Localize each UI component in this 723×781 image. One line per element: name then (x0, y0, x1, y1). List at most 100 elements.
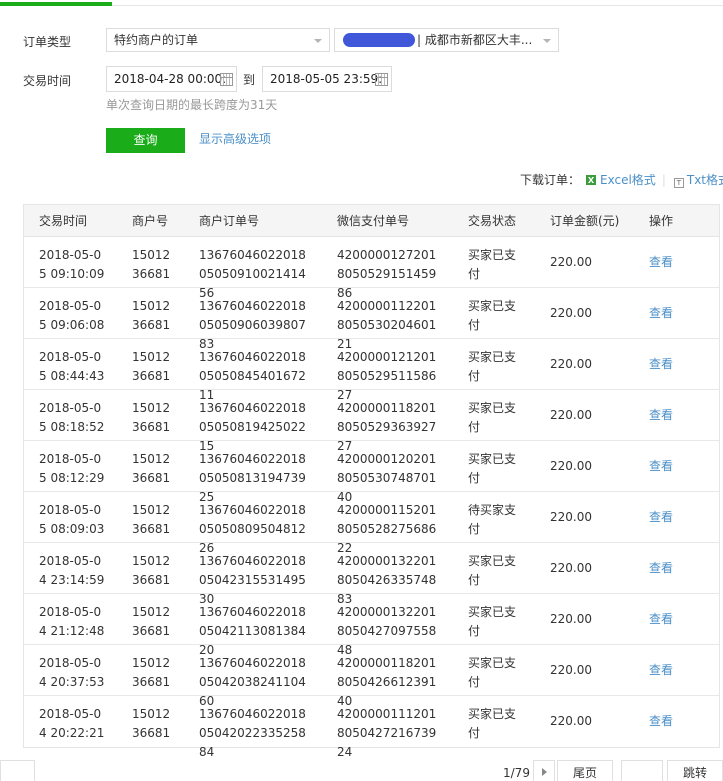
last-page-button[interactable]: 尾页 (557, 760, 613, 781)
cell-trade-time: 2018-05-05 08:44:43 (39, 350, 105, 383)
cell-amount: 220.00 (550, 561, 592, 575)
jump-button[interactable]: 跳转 (667, 760, 723, 781)
table-header: 交易时间 商户号 商户订单号 微信支付单号 交易状态 订单金额(元) 操作 (24, 205, 719, 237)
cell-merchant-id: 1501236681 (132, 656, 171, 689)
table-row: 2018-05-05 09:06:08 1501236681 13676046022… (24, 288, 719, 351)
prev-page-button[interactable] (0, 760, 35, 781)
view-link[interactable]: 查看 (649, 661, 673, 680)
download-bar: 下载订单： Excel格式 | TTxt格式 (520, 171, 723, 188)
cell-trade-time: 2018-05-05 09:06:08 (39, 299, 105, 332)
cell-trade-time: 2018-05-04 23:14:59 (39, 554, 105, 587)
view-link[interactable]: 查看 (649, 559, 673, 578)
cell-status: 买家已支付 (468, 248, 517, 281)
view-link[interactable]: 查看 (649, 457, 673, 476)
order-type-label: 订单类型 (23, 35, 72, 49)
merchant-value: | 成都市新都区大丰... (417, 33, 533, 47)
divider: | (661, 173, 666, 187)
cell-trade-time: 2018-05-04 20:37:53 (39, 656, 105, 689)
table-row: 2018-05-05 08:12:29 1501236681 13676046022… (24, 441, 719, 504)
active-tab-indicator (0, 2, 112, 6)
table-row: 2018-05-05 09:10:09 1501236681 13676046022… (24, 237, 719, 300)
cell-amount: 220.00 (550, 714, 592, 728)
view-link[interactable]: 查看 (649, 610, 673, 629)
cell-trade-time: 2018-05-05 08:12:29 (39, 452, 105, 485)
cell-merchant-id: 1501236681 (132, 707, 171, 740)
chevron-down-icon (314, 39, 322, 43)
end-date-input[interactable]: 2018-05-05 23:59: (262, 66, 392, 92)
next-page-button[interactable] (533, 760, 555, 781)
header-merchant-order: 商户订单号 (199, 214, 260, 228)
cell-status: 买家已支付 (468, 299, 517, 332)
cell-status: 买家已支付 (468, 707, 517, 740)
cell-amount: 220.00 (550, 459, 592, 473)
table-row: 2018-05-05 08:09:03 1501236681 13676046022… (24, 492, 719, 555)
cell-merchant-id: 1501236681 (132, 299, 171, 332)
cell-status: 买家已支付 (468, 401, 517, 434)
txt-icon: T (673, 178, 684, 188)
cell-amount: 220.00 (550, 357, 592, 371)
merchant-select[interactable]: | 成都市新都区大丰... (334, 28, 559, 52)
table-row: 2018-05-04 20:37:53 1501236681 13676046022… (24, 645, 719, 708)
advanced-options-link[interactable]: 显示高级选项 (199, 130, 271, 147)
excel-icon (586, 175, 597, 185)
cell-status: 买家已支付 (468, 452, 517, 485)
cell-merchant-id: 1501236681 (132, 452, 171, 485)
header-status: 交易状态 (468, 214, 517, 228)
cell-amount: 220.00 (550, 663, 592, 677)
cell-amount: 220.00 (550, 408, 592, 422)
redacted-merchant-mark (343, 33, 415, 47)
table-row: 2018-05-04 23:14:59 1501236681 13676046022… (24, 543, 719, 606)
end-date-value: 2018-05-05 23:59: (270, 72, 383, 86)
download-excel-link[interactable]: Excel格式 (600, 173, 656, 187)
date-span-hint: 单次查询日期的最长跨度为31天 (106, 98, 278, 112)
page-count: 1/79 (503, 766, 530, 780)
cell-merchant-id: 1501236681 (132, 248, 171, 281)
view-link[interactable]: 查看 (649, 355, 673, 374)
pagination: 1/79 尾页 跳转 (0, 760, 723, 781)
header-trade-time: 交易时间 (39, 214, 88, 228)
cell-amount: 220.00 (550, 510, 592, 524)
calendar-icon[interactable] (220, 73, 233, 86)
order-type-select[interactable]: 特约商户的订单 (106, 28, 330, 52)
download-txt-link[interactable]: Txt格式 (687, 173, 723, 187)
cell-merchant-order: 136760460220180504202233525884 (199, 707, 306, 759)
table-row: 2018-05-05 08:44:43 1501236681 13676046022… (24, 339, 719, 402)
cell-merchant-id: 1501236681 (132, 605, 171, 638)
cell-wechat-order: 4200000111201805042721673924 (337, 707, 437, 759)
download-label: 下载订单： (520, 173, 581, 187)
header-amount: 订单金额(元) (550, 214, 620, 228)
start-date-input[interactable]: 2018-04-28 00:00: (106, 66, 237, 92)
table-row: 2018-05-04 20:22:21 1501236681 13676046022… (24, 696, 719, 759)
view-link[interactable]: 查看 (649, 304, 673, 323)
cell-merchant-id: 1501236681 (132, 554, 171, 587)
view-link[interactable]: 查看 (649, 712, 673, 731)
table-row: 2018-05-05 08:18:52 1501236681 13676046022… (24, 390, 719, 453)
cell-merchant-id: 1501236681 (132, 350, 171, 383)
chevron-down-icon (543, 39, 551, 43)
cell-status: 待买家支付 (468, 503, 517, 536)
table-body: 2018-05-05 09:10:09 1501236681 13676046022… (24, 237, 719, 759)
cell-status: 买家已支付 (468, 350, 517, 383)
cell-trade-time: 2018-05-05 08:18:52 (39, 401, 105, 434)
table-row: 2018-05-04 21:12:48 1501236681 13676046022… (24, 594, 719, 657)
start-date-value: 2018-04-28 00:00: (114, 72, 227, 86)
cell-amount: 220.00 (550, 612, 592, 626)
cell-amount: 220.00 (550, 255, 592, 269)
view-link[interactable]: 查看 (649, 406, 673, 425)
view-link[interactable]: 查看 (649, 508, 673, 527)
cell-trade-time: 2018-05-05 08:09:03 (39, 503, 105, 536)
cell-trade-time: 2018-05-05 09:10:09 (39, 248, 105, 281)
cell-status: 买家已支付 (468, 554, 517, 587)
header-merchant-id: 商户号 (132, 214, 169, 228)
cell-status: 买家已支付 (468, 605, 517, 638)
view-link[interactable]: 查看 (649, 253, 673, 272)
cell-status: 买家已支付 (468, 656, 517, 689)
order-type-value: 特约商户的订单 (114, 33, 199, 47)
page-number-input[interactable] (621, 760, 663, 781)
to-label: 到 (243, 73, 256, 87)
calendar-icon[interactable] (375, 73, 388, 86)
header-wechat-order: 微信支付单号 (337, 214, 410, 228)
query-button[interactable]: 查询 (106, 128, 185, 153)
cell-trade-time: 2018-05-04 21:12:48 (39, 605, 105, 638)
cell-amount: 220.00 (550, 306, 592, 320)
